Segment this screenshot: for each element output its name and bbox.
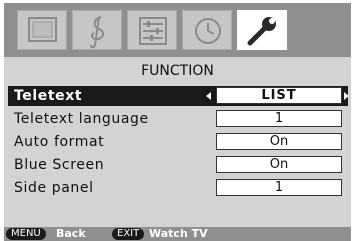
row-label: Teletext language [14,111,149,127]
tv-osd-menu: FUNCTION Teletext LIST Teletext language… [4,3,351,241]
tab-function[interactable] [237,10,287,50]
tab-timer[interactable] [182,10,232,50]
menu-row-teletext[interactable]: Teletext LIST [4,86,351,106]
row-value[interactable]: On [216,133,342,150]
equalizer-icon [139,17,167,45]
music-clef-icon [90,16,104,49]
row-label: Side panel [14,180,94,196]
menu-row-blue-screen[interactable]: Blue Screen On [4,155,351,175]
menu-title: FUNCTION [141,63,214,79]
menu-row-teletext-language[interactable]: Teletext language 1 [4,109,351,129]
wrench-icon [247,17,276,46]
row-value[interactable]: On [216,156,342,173]
footer-hint-bar: MENU Back EXIT Watch TV [4,227,351,241]
menu-list: Teletext LIST Teletext language 1 Auto f… [4,86,351,201]
watch-tv-hint: Watch TV [149,227,208,240]
row-label: Blue Screen [14,157,105,173]
menu-icon-bar [4,3,351,57]
back-hint: Back [56,227,86,240]
menu-row-auto-format[interactable]: Auto format On [4,132,351,152]
exit-key-badge[interactable]: EXIT [112,228,145,240]
tab-setup[interactable] [127,10,177,50]
tv-screen-icon [28,17,57,42]
menu-key-badge[interactable]: MENU [6,228,46,240]
row-label: Auto format [14,134,105,150]
arrow-right-icon[interactable] [344,92,349,100]
menu-row-side-panel[interactable]: Side panel 1 [4,178,351,198]
row-value[interactable]: 1 [216,110,342,127]
row-value[interactable]: 1 [216,179,342,196]
row-label: Teletext [14,88,83,104]
row-value[interactable]: LIST [216,87,342,104]
tab-sound[interactable] [72,10,122,50]
arrow-left-icon[interactable] [206,92,211,100]
clock-icon [195,18,221,44]
tab-picture[interactable] [17,10,67,50]
